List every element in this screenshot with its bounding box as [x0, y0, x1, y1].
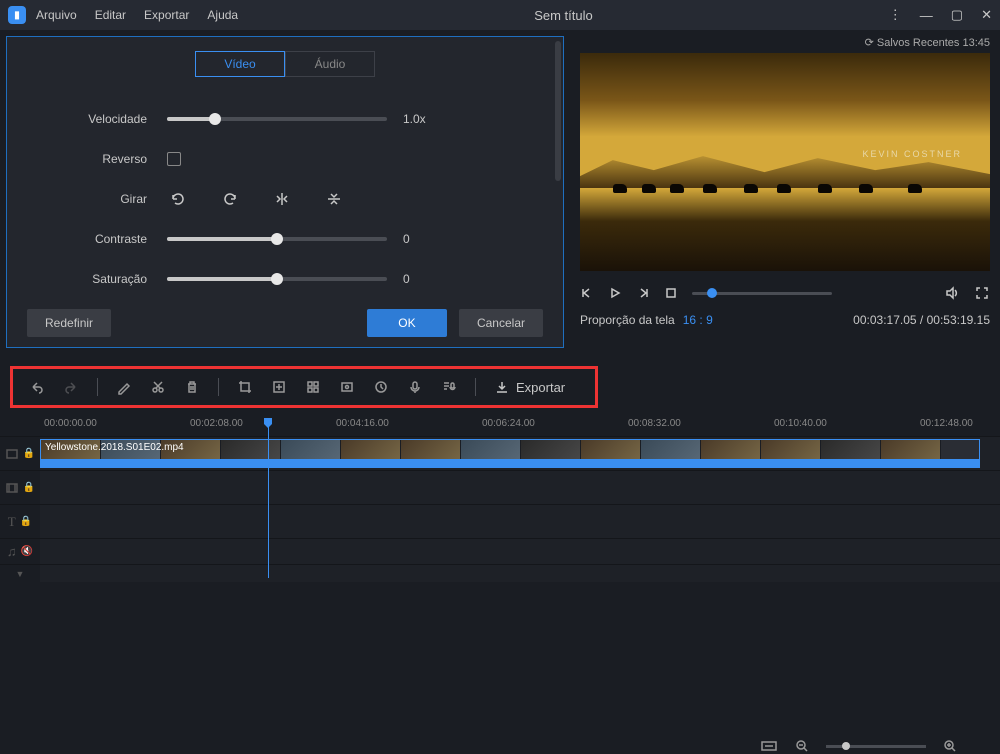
prev-frame-icon[interactable]	[580, 286, 594, 300]
fit-icon[interactable]	[760, 739, 778, 753]
ruler-mark: 00:06:24.00	[482, 418, 535, 429]
ruler-mark: 00:04:16.00	[336, 418, 389, 429]
duration-icon[interactable]	[373, 379, 389, 395]
frame-icon[interactable]	[339, 379, 355, 395]
rotate-cw-icon[interactable]	[219, 188, 241, 210]
aspect-ratio-value[interactable]: 16 : 9	[683, 313, 713, 327]
flip-vertical-icon[interactable]	[323, 188, 345, 210]
time-display: 00:03:17.05 / 00:53:19.15	[853, 313, 990, 327]
menu-help[interactable]: Ajuda	[207, 8, 238, 22]
track-head-text[interactable]: T🔒	[0, 514, 40, 530]
play-icon[interactable]	[608, 286, 622, 300]
tab-video[interactable]: Vídeo	[195, 51, 285, 77]
cancel-button[interactable]: Cancelar	[459, 309, 543, 337]
preview-credit-text: KEVIN COSTNER	[862, 149, 962, 159]
cut-icon[interactable]	[150, 379, 166, 395]
contrast-value: 0	[403, 232, 463, 246]
crop-icon[interactable]	[237, 379, 253, 395]
track-video2[interactable]	[40, 471, 1000, 504]
undo-icon[interactable]	[29, 379, 45, 395]
zoom-slider[interactable]	[826, 745, 926, 748]
contrast-slider[interactable]	[167, 237, 387, 241]
ruler-mark: 00:02:08.00	[190, 418, 243, 429]
video-clip[interactable]: Yellowstone.2018.S01E02.mp4	[40, 439, 980, 468]
timeline-toolbar: Exportar	[10, 366, 598, 408]
speed-slider[interactable]	[167, 117, 387, 121]
playhead[interactable]	[268, 418, 269, 578]
close-icon[interactable]: ✕	[981, 7, 992, 23]
rotate-ccw-icon[interactable]	[167, 188, 189, 210]
saved-status: ⟳ Salvos Recentes 13:45	[580, 36, 990, 49]
track-expand-icon[interactable]: ▼	[0, 569, 40, 579]
edit-icon[interactable]	[116, 379, 132, 395]
minimize-icon[interactable]: —	[920, 8, 933, 23]
titlebar: ▮ Arquivo Editar Exportar Ajuda Sem títu…	[0, 0, 1000, 30]
voice-icon[interactable]	[407, 379, 423, 395]
reverse-label: Reverso	[27, 152, 167, 166]
text-to-speech-icon[interactable]	[441, 379, 457, 395]
video-preview[interactable]: KEVIN COSTNER	[580, 53, 990, 271]
redo-icon[interactable]	[63, 379, 79, 395]
track-head-video[interactable]: 🔒	[0, 447, 40, 461]
add-mosaic-icon[interactable]	[271, 379, 287, 395]
volume-icon[interactable]	[944, 285, 960, 301]
saturation-slider[interactable]	[167, 277, 387, 281]
main-menu: Arquivo Editar Exportar Ajuda	[36, 8, 238, 22]
track-text[interactable]	[40, 505, 1000, 538]
next-frame-icon[interactable]	[636, 286, 650, 300]
aspect-ratio-label: Proporção da tela	[580, 313, 675, 327]
zoom-in-icon[interactable]	[942, 738, 958, 754]
timeline-ruler[interactable]: 00:00:00.00 00:02:08.00 00:04:16.00 00:0…	[0, 414, 1000, 436]
flip-horizontal-icon[interactable]	[271, 188, 293, 210]
properties-panel: Vídeo Áudio Velocidade 1.0x Reverso Gira…	[6, 36, 564, 348]
menu-edit[interactable]: Editar	[95, 8, 126, 22]
ok-button[interactable]: OK	[367, 309, 447, 337]
saturation-value: 0	[403, 272, 463, 286]
contrast-label: Contraste	[27, 232, 167, 246]
saturation-label: Saturação	[27, 272, 167, 286]
fullscreen-icon[interactable]	[974, 285, 990, 301]
panel-scrollbar[interactable]	[555, 41, 561, 181]
export-button[interactable]: Exportar	[494, 379, 565, 395]
track-head-audio[interactable]: ♫🔇	[0, 544, 40, 559]
window-title: Sem título	[238, 8, 889, 23]
ruler-mark: 00:08:32.00	[628, 418, 681, 429]
stop-icon[interactable]	[664, 286, 678, 300]
speed-value: 1.0x	[403, 112, 463, 126]
volume-slider[interactable]	[692, 292, 832, 295]
clip-name: Yellowstone.2018.S01E02.mp4	[45, 442, 184, 453]
grid-icon[interactable]	[305, 379, 321, 395]
speed-label: Velocidade	[27, 112, 167, 126]
app-logo: ▮	[8, 6, 26, 24]
delete-icon[interactable]	[184, 379, 200, 395]
reset-button[interactable]: Redefinir	[27, 309, 111, 337]
track-head-video2[interactable]: 🔒	[0, 481, 40, 495]
timeline-tracks: 🔒 Yellowstone.2018.S01E02.mp4 🔒 T🔒 ♫🔇 ▼	[0, 436, 1000, 582]
ruler-mark: 00:10:40.00	[774, 418, 827, 429]
menu-export[interactable]: Exportar	[144, 8, 189, 22]
ruler-mark: 00:00:00.00	[44, 418, 97, 429]
menu-file[interactable]: Arquivo	[36, 8, 77, 22]
more-icon[interactable]: ⋮	[889, 7, 902, 23]
reverse-checkbox[interactable]	[167, 152, 181, 166]
track-audio[interactable]	[40, 539, 1000, 564]
maximize-icon[interactable]: ▢	[951, 7, 963, 23]
rotate-label: Girar	[27, 192, 167, 206]
tab-audio[interactable]: Áudio	[285, 51, 375, 77]
ruler-mark: 00:12:48.00	[920, 418, 973, 429]
zoom-out-icon[interactable]	[794, 738, 810, 754]
export-label: Exportar	[516, 380, 565, 395]
